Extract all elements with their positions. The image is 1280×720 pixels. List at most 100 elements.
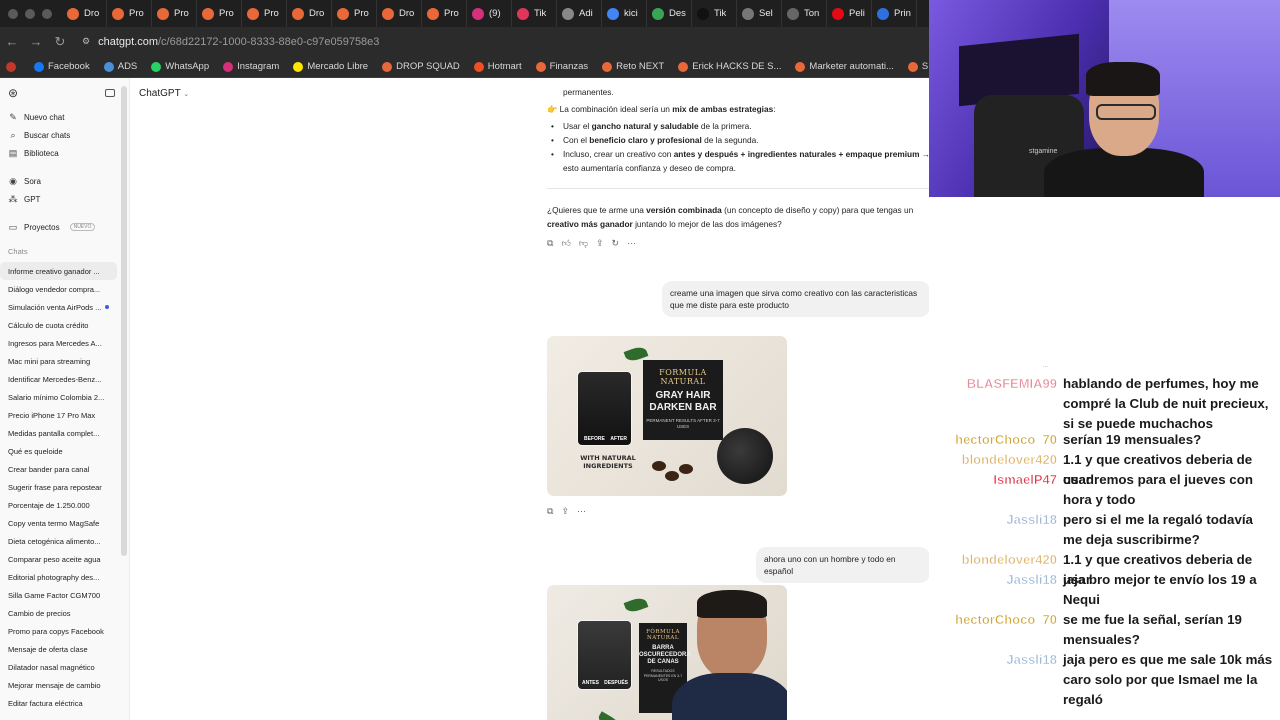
toggle-sidebar-icon[interactable] bbox=[105, 89, 115, 97]
chat-history-item[interactable]: Mejorar mensaje de cambio bbox=[0, 676, 117, 694]
sidebar-item-sora[interactable]: ◉ Sora bbox=[0, 172, 129, 190]
generated-image-english[interactable]: BEFORE AFTER FORMULA NATURAL GRAY HAIR D… bbox=[547, 336, 787, 496]
sidebar-scrollbar[interactable] bbox=[121, 86, 127, 556]
bookmark-item[interactable]: Hotmart bbox=[473, 61, 522, 72]
browser-tab[interactable]: (9) bbox=[467, 0, 512, 27]
url-field[interactable]: ⚙ chatgpt.com/c/68d22172-1000-8333-88e0-… bbox=[82, 36, 379, 48]
copy-icon[interactable]: ⧉ bbox=[547, 238, 553, 249]
tiktok-icon bbox=[517, 7, 529, 20]
close-window-button[interactable] bbox=[8, 8, 18, 19]
thumbs-down-icon[interactable]: 👎︎ bbox=[579, 238, 588, 249]
bookmark-item[interactable]: Reto NEXT bbox=[602, 61, 664, 72]
bookmark-item[interactable]: Mercado Libre bbox=[293, 61, 368, 72]
bookmark-label: WhatsApp bbox=[165, 61, 210, 72]
bookmark-item[interactable] bbox=[6, 61, 20, 72]
browser-tab[interactable]: Des bbox=[647, 0, 692, 27]
orange-circle-icon bbox=[427, 7, 439, 20]
chat-history-item[interactable]: Salario mínimo Colombia 2... bbox=[0, 388, 117, 406]
bookmark-item[interactable]: Erick HACKS DE S... bbox=[678, 61, 781, 72]
sidebar-item-projects[interactable]: ▭ Proyectos NUEVO bbox=[0, 218, 129, 236]
chat-history-item[interactable]: Dilatador nasal magnético bbox=[0, 658, 117, 676]
bookmark-label: Instagram bbox=[237, 61, 280, 72]
chat-history-item[interactable]: Ingresos para Mercedes A... bbox=[0, 334, 117, 352]
sidebar: ⊛ ✎ Nuevo chat ⌕ Buscar chats ▤ Biblioteca ◉ S… bbox=[0, 78, 130, 720]
bookmark-label: Finanzas bbox=[549, 61, 589, 72]
thumbs-up-icon[interactable]: 👍︎ bbox=[561, 238, 570, 249]
orange-circle-icon bbox=[202, 7, 214, 20]
generated-image-spanish[interactable]: ANTES DESPUÉS FÓRMULA NATURAL BARRA OSCU… bbox=[547, 585, 787, 720]
back-arrow-icon[interactable]: ← bbox=[0, 34, 24, 49]
chat-history-item[interactable]: Diálogo vendedor compra... bbox=[0, 280, 117, 298]
sidebar-item-buscar-chats[interactable]: ⌕ Buscar chats bbox=[0, 126, 129, 144]
site-info-icon[interactable]: ⚙ bbox=[82, 36, 90, 47]
browser-tab[interactable]: Pro bbox=[242, 0, 287, 27]
browser-tab[interactable]: Sel bbox=[737, 0, 782, 27]
more-options-icon[interactable]: ⋯ bbox=[627, 238, 636, 249]
before-after-photo: ANTES DESPUÉS bbox=[577, 620, 632, 690]
bookmark-item[interactable]: WhatsApp bbox=[151, 61, 209, 72]
bookmark-item[interactable]: Instagram bbox=[223, 61, 279, 72]
browser-tab[interactable]: Pro bbox=[107, 0, 152, 27]
bookmark-label: Marketer automati... bbox=[809, 61, 894, 72]
chat-history-item[interactable]: Comparar peso aceite agua bbox=[0, 550, 117, 568]
model-selector[interactable]: ChatGPT ⌄ bbox=[139, 88, 189, 99]
browser-tab[interactable]: Pro bbox=[422, 0, 467, 27]
chat-history-item[interactable]: Sugerir frase para repostear bbox=[0, 478, 117, 496]
browser-tab[interactable]: Adi bbox=[557, 0, 602, 27]
projects-label: Proyectos bbox=[24, 222, 60, 232]
chat-history-item[interactable]: Informe creativo ganador ... bbox=[0, 262, 117, 280]
bookmark-item[interactable]: Marketer automati... bbox=[795, 61, 894, 72]
browser-tab[interactable]: Pro bbox=[197, 0, 242, 27]
chat-history-item[interactable]: Crear bander para canal bbox=[0, 460, 117, 478]
bookmark-item[interactable]: ADS bbox=[103, 61, 137, 72]
chat-history-item[interactable]: Dieta cetogénica alimento... bbox=[0, 532, 117, 550]
chat-history-item[interactable]: Qué es queloide bbox=[0, 442, 117, 460]
chat-username: IsmaelP47 bbox=[993, 472, 1057, 488]
forward-arrow-icon[interactable]: → bbox=[24, 34, 48, 49]
sidebar-item-gpt[interactable]: ⁂ GPT bbox=[0, 190, 129, 208]
share-icon[interactable]: ⇪ bbox=[561, 506, 569, 517]
bookmark-item[interactable]: DROP SQUAD bbox=[382, 61, 460, 72]
chat-history-item[interactable]: Mensaje de oferta clase bbox=[0, 640, 117, 658]
browser-tab[interactable]: Pro bbox=[152, 0, 197, 27]
minimize-window-button[interactable] bbox=[25, 8, 35, 19]
chat-history-item[interactable]: Medidas pantalla complet... bbox=[0, 424, 117, 442]
regenerate-icon[interactable]: ↻ bbox=[612, 238, 620, 249]
browser-tab[interactable]: Prin bbox=[872, 0, 917, 27]
browser-tab[interactable]: Dro bbox=[62, 0, 107, 27]
chat-history-item[interactable]: Promo para copys Facebook bbox=[0, 622, 117, 640]
openai-logo-icon[interactable]: ⊛ bbox=[8, 86, 18, 100]
chat-history-item[interactable]: Mac mini para streaming bbox=[0, 352, 117, 370]
chat-history-item[interactable]: Cálculo de cuota crédito bbox=[0, 316, 117, 334]
chat-history-item[interactable]: Silla Game Factor CGM700 bbox=[0, 586, 117, 604]
bookmark-item[interactable]: Finanzas bbox=[535, 61, 589, 72]
chat-history-item[interactable]: Editar factura eléctrica bbox=[0, 694, 117, 712]
sidebar-item-biblioteca[interactable]: ▤ Biblioteca bbox=[0, 144, 129, 162]
chat-message-text: jaja bro mejor te envío los 19 a Nequi bbox=[1063, 572, 1257, 607]
chat-history-item[interactable]: Simulación venta AirPods ... bbox=[0, 298, 117, 316]
box-main-text: BARRA OSCURECEDORA DE CANAS bbox=[639, 645, 691, 665]
bookmark-item[interactable]: Facebook bbox=[34, 61, 90, 72]
chat-history-item[interactable]: Editorial photography des... bbox=[0, 568, 117, 586]
maximize-window-button[interactable] bbox=[42, 8, 52, 19]
share-icon[interactable]: ⇪ bbox=[596, 238, 604, 249]
browser-tab[interactable]: kici bbox=[602, 0, 647, 27]
browser-tab[interactable]: Dro bbox=[377, 0, 422, 27]
browser-tab[interactable]: Tik bbox=[512, 0, 557, 27]
chat-history-item[interactable]: Porcentaje de 1.250.000 bbox=[0, 496, 117, 514]
unread-dot-icon bbox=[105, 305, 109, 309]
browser-tab[interactable]: Dro bbox=[287, 0, 332, 27]
copy-icon[interactable]: ⧉ bbox=[547, 506, 553, 517]
chat-history-item[interactable]: Copy venta termo MagSafe bbox=[0, 514, 117, 532]
sidebar-item-nuevo-chat[interactable]: ✎ Nuevo chat bbox=[0, 108, 129, 126]
chat-history-item[interactable]: Precio iPhone 17 Pro Max bbox=[0, 406, 117, 424]
chat-history-item[interactable]: Cambio de precios bbox=[0, 604, 117, 622]
more-options-icon[interactable]: ⋯ bbox=[577, 506, 586, 517]
leaf-decoration bbox=[623, 595, 649, 615]
browser-tab[interactable]: Ton bbox=[782, 0, 827, 27]
browser-tab[interactable]: Pro bbox=[332, 0, 377, 27]
browser-tab[interactable]: Tik bbox=[692, 0, 737, 27]
chat-history-item[interactable]: Identificar Mercedes-Benz... bbox=[0, 370, 117, 388]
browser-tab[interactable]: Peli bbox=[827, 0, 872, 27]
reload-icon[interactable]: ↻ bbox=[48, 34, 72, 50]
